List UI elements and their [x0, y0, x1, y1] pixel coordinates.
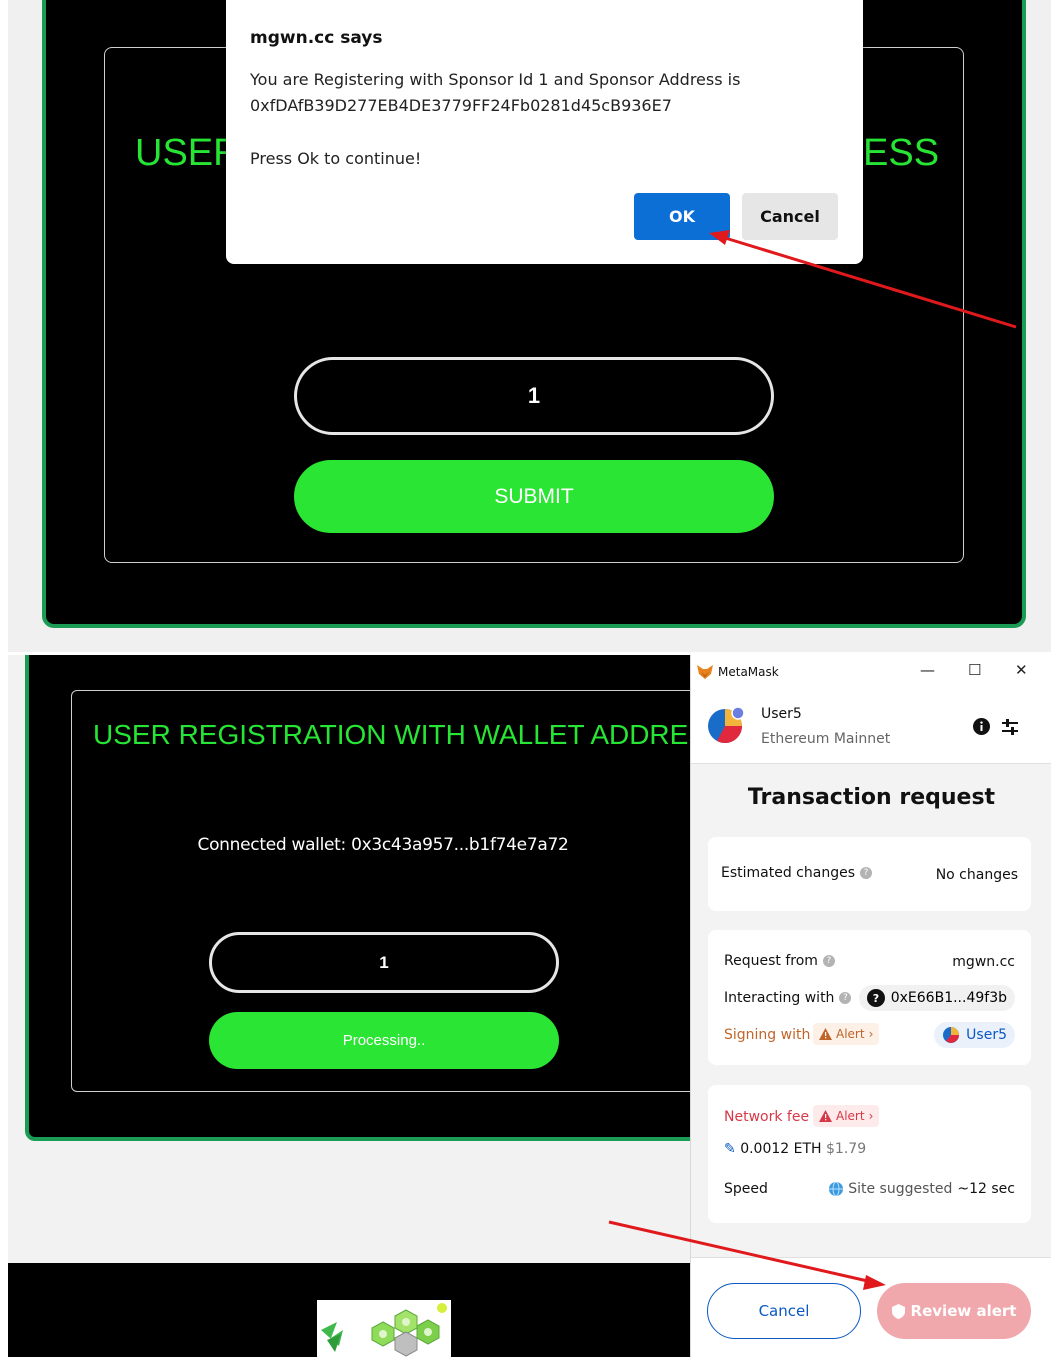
contract-address-pill[interactable]: ? 0xE66B1...49f3b: [858, 985, 1015, 1011]
processing-button[interactable]: Processing..: [209, 1012, 559, 1069]
account-header: User5 Ethereum Mainnet: [691, 688, 1051, 764]
bottom-screenshot: USER REGISTRATION WITH WALLET ADDRESS Co…: [8, 655, 1051, 1357]
speed-value: Site suggested ~12 sec: [829, 1181, 1015, 1197]
info-icon[interactable]: ?: [822, 955, 835, 967]
connected-wallet-text: Connected wallet: 0x3c43a957...b1f74e7a7…: [197, 835, 569, 855]
estimated-changes-card: Estimated changes? No changes: [708, 837, 1031, 911]
alert-label: Alert: [836, 1109, 865, 1123]
chevron-right-icon: ›: [868, 1027, 874, 1041]
info-icon[interactable]: ?: [860, 867, 872, 879]
sponsor-id-input[interactable]: 1: [294, 357, 774, 435]
close-icon[interactable]: ✕: [1015, 661, 1028, 679]
contract-address: 0xE66B1...49f3b: [890, 990, 1007, 1006]
alert-icon: [891, 1303, 905, 1319]
chevron-right-icon: ›: [868, 1109, 874, 1123]
network-name: Ethereum Mainnet: [761, 731, 891, 747]
action-footer: Cancel Review alert: [691, 1257, 1051, 1357]
interacting-with-label: Interacting with?: [724, 990, 852, 1006]
metamask-fox-icon: [697, 664, 713, 683]
dialog-sponsor-address: 0xfDAfB39D277EB4DE3779FF24Fb0281d45cB936…: [250, 96, 672, 115]
estimated-changes-value: No changes: [935, 867, 1018, 883]
svg-text:?: ?: [873, 992, 879, 1005]
info-icon[interactable]: [973, 718, 990, 739]
account-name[interactable]: User5: [761, 706, 802, 722]
request-details-card: Request from? mgwn.cc Interacting with? …: [708, 930, 1031, 1065]
network-fee-card: Network fee Alert › ✎ 0.0012 ETH $1.79 S…: [708, 1085, 1031, 1223]
window-titlebar: MetaMask — ☐ ✕: [691, 655, 1051, 688]
dialog-message-line3: Press Ok to continue!: [250, 149, 422, 168]
submit-button[interactable]: SUBMIT: [294, 460, 774, 533]
estimated-changes-label: Estimated changes?: [721, 865, 872, 881]
maximize-icon[interactable]: ☐: [968, 661, 981, 679]
transaction-request-heading: Transaction request: [747, 785, 996, 810]
cancel-button[interactable]: Cancel: [742, 193, 838, 240]
ok-button[interactable]: OK: [634, 193, 730, 240]
account-avatar-icon: [943, 1027, 960, 1043]
dialog-message-line1: You are Registering with Sponsor Id 1 an…: [250, 70, 741, 89]
window-title: MetaMask: [718, 665, 779, 679]
review-alert-label: Review alert: [910, 1302, 1017, 1320]
request-from-value: mgwn.cc: [952, 954, 1015, 970]
signing-account-pill[interactable]: User5: [934, 1022, 1015, 1048]
dialog-title: mgwn.cc says: [250, 28, 383, 48]
edit-pencil-icon: ✎: [724, 1141, 736, 1157]
info-icon[interactable]: ?: [839, 992, 852, 1004]
heading-fragment-right: ESS: [863, 132, 940, 174]
network-fee-alert-pill[interactable]: Alert ›: [813, 1105, 880, 1127]
settings-sliders-icon[interactable]: [1000, 717, 1020, 741]
account-avatar-icon[interactable]: [707, 706, 747, 750]
signing-account-name: User5: [966, 1027, 1007, 1043]
question-icon: ?: [866, 989, 885, 1007]
speed-time: ~12 sec: [957, 1181, 1015, 1197]
site-logo: [317, 1300, 451, 1357]
page-title: USER REGISTRATION WITH WALLET ADDRESS: [93, 719, 726, 750]
signing-alert-pill[interactable]: Alert ›: [813, 1023, 880, 1045]
request-from-label: Request from?: [724, 953, 835, 969]
globe-icon: [829, 1182, 844, 1196]
network-fee-label: Network fee: [724, 1109, 810, 1125]
sponsor-id-input[interactable]: 1: [209, 932, 559, 993]
warning-icon: [819, 1028, 832, 1040]
metamask-window: MetaMask — ☐ ✕ User5 Ethereum Mainnet Tr…: [690, 655, 1051, 1357]
alert-label: Alert: [836, 1027, 865, 1041]
network-fee-usd: $1.79: [826, 1141, 867, 1157]
signing-with-label: Signing with: [724, 1027, 811, 1043]
speed-label: Speed: [724, 1181, 768, 1197]
warning-icon: [819, 1110, 832, 1122]
confirm-dialog: mgwn.cc says You are Registering with Sp…: [226, 0, 863, 264]
review-alert-button[interactable]: Review alert: [877, 1283, 1031, 1339]
minimize-icon[interactable]: —: [920, 661, 935, 679]
speed-source: Site suggested: [848, 1181, 953, 1197]
network-fee-eth: 0.0012 ETH: [740, 1141, 822, 1157]
network-fee-amount[interactable]: ✎ 0.0012 ETH $1.79: [724, 1141, 866, 1157]
cancel-button[interactable]: Cancel: [707, 1283, 861, 1339]
heading-fragment-left: USER: [135, 132, 241, 174]
top-screenshot: USER ESS 1 SUBMIT mgwn.cc says You are R…: [8, 0, 1051, 652]
